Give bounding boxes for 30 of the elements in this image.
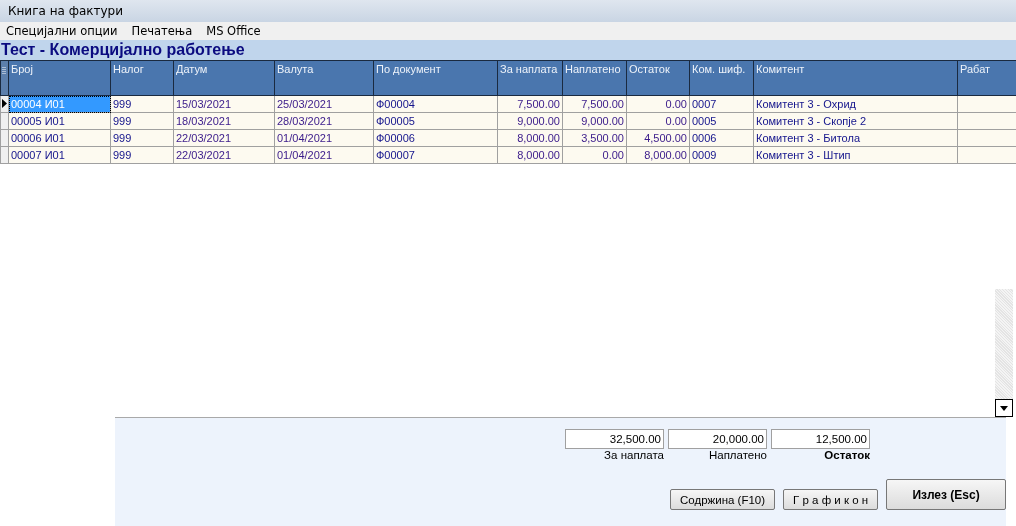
column-header[interactable]: Остаток xyxy=(626,60,690,96)
column-header[interactable]: Датум xyxy=(173,60,275,96)
column-header[interactable]: Комитент xyxy=(753,60,958,96)
total-field: 32,500.00 xyxy=(565,429,664,449)
column-header[interactable]: Валута xyxy=(274,60,374,96)
window-title: Книга на фактури xyxy=(0,0,1016,22)
column-header[interactable]: Рабат xyxy=(957,60,1016,96)
action-button[interactable]: Г р а ф и к о н xyxy=(783,489,879,510)
menu-item[interactable]: Специјални опции xyxy=(6,24,118,38)
column-header[interactable]: По документ xyxy=(373,60,498,96)
page-heading: Тест - Комерцијално работење xyxy=(0,40,1016,60)
column-header[interactable]: Наплатено xyxy=(562,60,627,96)
scrollbar[interactable] xyxy=(995,289,1013,417)
total-label: Остаток xyxy=(824,449,870,461)
column-header[interactable]: Број xyxy=(8,60,111,96)
column-header[interactable]: За наплата xyxy=(497,60,563,96)
total-field: 12,500.00 xyxy=(771,429,870,449)
total-field: 20,000.00 xyxy=(668,429,767,449)
total-label: Наплатено xyxy=(708,449,767,461)
menu-item[interactable]: Печатења xyxy=(131,24,193,38)
action-button[interactable]: Содржина (F10) xyxy=(670,489,776,510)
column-header[interactable]: Ком. шиф. xyxy=(689,60,754,96)
menu-item[interactable]: MS Office xyxy=(206,24,261,38)
total-label: За наплата xyxy=(604,449,664,461)
column-header[interactable]: Налог xyxy=(110,60,174,96)
exit-button[interactable]: Излез (Esc) xyxy=(886,479,1006,510)
row-indicator[interactable] xyxy=(0,95,9,113)
down-arrow-icon xyxy=(1000,405,1008,411)
grid-icon xyxy=(2,67,7,75)
scroll-down-button[interactable] xyxy=(995,399,1013,417)
